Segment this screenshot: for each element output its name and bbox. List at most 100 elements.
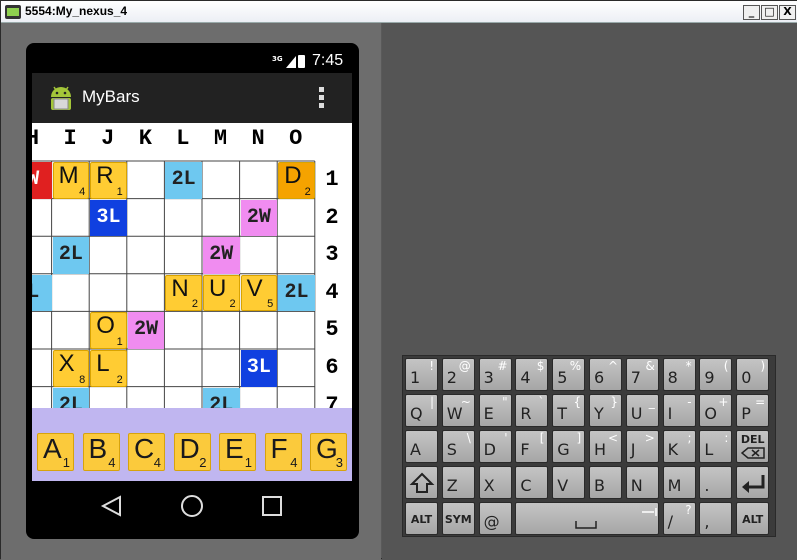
board-tile[interactable]: R1 — [90, 162, 127, 199]
del-key[interactable]: DEL — [736, 430, 770, 463]
rack-tile[interactable]: A1 — [37, 433, 74, 471]
key-main-label: J — [630, 440, 636, 459]
key-y[interactable]: Y} — [589, 394, 622, 427]
rack-tile[interactable]: D2 — [173, 433, 211, 471]
key-t[interactable]: T{ — [552, 394, 586, 427]
key-q[interactable]: Q | — [405, 394, 438, 427]
key-5[interactable]: 5% — [552, 358, 586, 391]
window-titlebar[interactable]: 5554:My_nexus_4 _ □ X — [1, 1, 797, 23]
alt-key[interactable]: ALT — [405, 502, 438, 535]
shift-key[interactable] — [405, 466, 438, 499]
key-4[interactable]: 4 $ — [515, 358, 549, 391]
key-2[interactable]: 2 @ — [441, 358, 475, 391]
key-n[interactable]: N — [625, 466, 659, 499]
tile-points: 3 — [335, 455, 343, 470]
key-v[interactable]: V — [552, 466, 586, 499]
home-icon[interactable] — [180, 494, 204, 518]
key-7[interactable]: 7 & — [625, 358, 659, 391]
sym-key[interactable]: SYM — [441, 502, 475, 535]
premium-square-2w[interactable]: 2W — [127, 312, 165, 349]
key-s[interactable]: S \ — [441, 430, 475, 463]
key-9[interactable]: 9( — [699, 358, 733, 391]
key-@[interactable]: @ — [478, 502, 512, 535]
premium-square-2w[interactable]: 2W — [240, 199, 278, 237]
rack-tile[interactable]: C4 — [128, 433, 165, 471]
game-board[interactable]: HIJKLMNO1234567 W 2L 3L 2W 2L 2W L 2L 2W 3L 2L 2L M 4… — [32, 123, 352, 481]
tile-points: 1 — [116, 185, 123, 198]
back-icon[interactable] — [100, 495, 122, 517]
recents-icon[interactable] — [261, 495, 283, 517]
tile-letter: U — [209, 274, 227, 302]
key-d[interactable]: D ' — [478, 430, 512, 463]
rack-tile[interactable]: G3 — [310, 433, 347, 471]
board-tile[interactable]: N2 — [165, 274, 202, 312]
key-shift-label: @ — [458, 359, 471, 373]
key-0[interactable]: 0) — [736, 358, 770, 391]
space-key[interactable] — [515, 502, 659, 535]
enter-key[interactable] — [736, 466, 770, 499]
key-label: SYM — [444, 513, 472, 526]
key-e[interactable]: E " — [478, 394, 512, 427]
board-tile[interactable]: L2 — [90, 350, 127, 387]
board-tile[interactable]: U2 — [203, 274, 240, 312]
premium-square-2l[interactable]: 2L — [278, 274, 315, 312]
premium-square-2l[interactable]: L — [32, 274, 52, 312]
tile-letter: A — [43, 433, 62, 464]
premium-square-3l[interactable]: 3L — [240, 350, 278, 387]
key-8[interactable]: 8 * — [662, 358, 696, 391]
row-label: 4 — [325, 279, 339, 305]
rack-tile[interactable]: E1 — [219, 433, 256, 471]
key-main-label: M — [667, 476, 682, 495]
key-1[interactable]: 1! — [405, 358, 438, 391]
key-6[interactable]: 6 ^ — [589, 358, 622, 391]
tile-points: 4 — [79, 185, 86, 198]
key-k[interactable]: K; — [662, 430, 696, 463]
emulator-app-icon — [5, 5, 21, 19]
premium-square-3l[interactable]: 3L — [90, 199, 127, 237]
key-i[interactable]: I- — [662, 394, 696, 427]
rack-tile[interactable]: B4 — [82, 433, 120, 471]
key-o[interactable]: O + — [699, 394, 733, 427]
maximize-button[interactable]: □ — [761, 5, 778, 20]
board-tile[interactable]: O1 — [90, 312, 127, 349]
phone-screen[interactable]: 3G 7:45 MyBars H I J K L M N O 1 2 3 4 5… — [32, 51, 352, 481]
premium-square-3w[interactable]: W — [32, 162, 52, 199]
alt-key[interactable]: ALT — [736, 502, 770, 535]
key-w[interactable]: W ~ — [441, 394, 475, 427]
rack-tile[interactable]: F4 — [264, 433, 302, 471]
key-/[interactable]: /? — [662, 502, 696, 535]
key-main-label: G — [557, 440, 570, 459]
key-x[interactable]: X — [478, 466, 512, 499]
key-j[interactable]: J > — [625, 430, 659, 463]
minimize-button[interactable]: _ — [743, 5, 760, 20]
close-button[interactable]: X — [779, 5, 796, 20]
column-label: H — [32, 126, 40, 151]
tile-letter: C — [134, 433, 155, 464]
overflow-menu-icon[interactable] — [318, 86, 326, 110]
key-u[interactable]: U _ — [625, 394, 659, 427]
board-tile[interactable]: X8 — [52, 350, 90, 387]
key-g[interactable]: G] — [552, 430, 586, 463]
board-tile[interactable]: V5 — [240, 274, 278, 312]
key-b[interactable]: B — [589, 466, 622, 499]
board-tile[interactable]: D2 — [278, 162, 315, 199]
key-main-label: 8 — [667, 368, 678, 387]
key-3[interactable]: 3 # — [478, 358, 512, 391]
key-.[interactable]: . — [699, 466, 733, 499]
premium-square-2l[interactable]: 2L — [165, 162, 202, 199]
tile-letter: G — [316, 433, 338, 464]
key-r[interactable]: R ` — [515, 394, 549, 427]
key-,[interactable]: , — [699, 502, 733, 535]
key-c[interactable]: C — [515, 466, 549, 499]
key-l[interactable]: L: — [699, 430, 733, 463]
premium-square-2w[interactable]: 2W — [203, 237, 240, 274]
premium-square-2l[interactable]: 2L — [52, 237, 90, 274]
key-z[interactable]: Z — [441, 466, 475, 499]
key-h[interactable]: H < — [589, 430, 622, 463]
key-f[interactable]: F[ — [515, 430, 549, 463]
key-m[interactable]: M — [662, 466, 696, 499]
key-p[interactable]: P = — [736, 394, 770, 427]
board-tile[interactable]: M4 — [52, 162, 90, 199]
key-main-label: I — [667, 404, 673, 423]
key-a[interactable]: A — [405, 430, 438, 463]
